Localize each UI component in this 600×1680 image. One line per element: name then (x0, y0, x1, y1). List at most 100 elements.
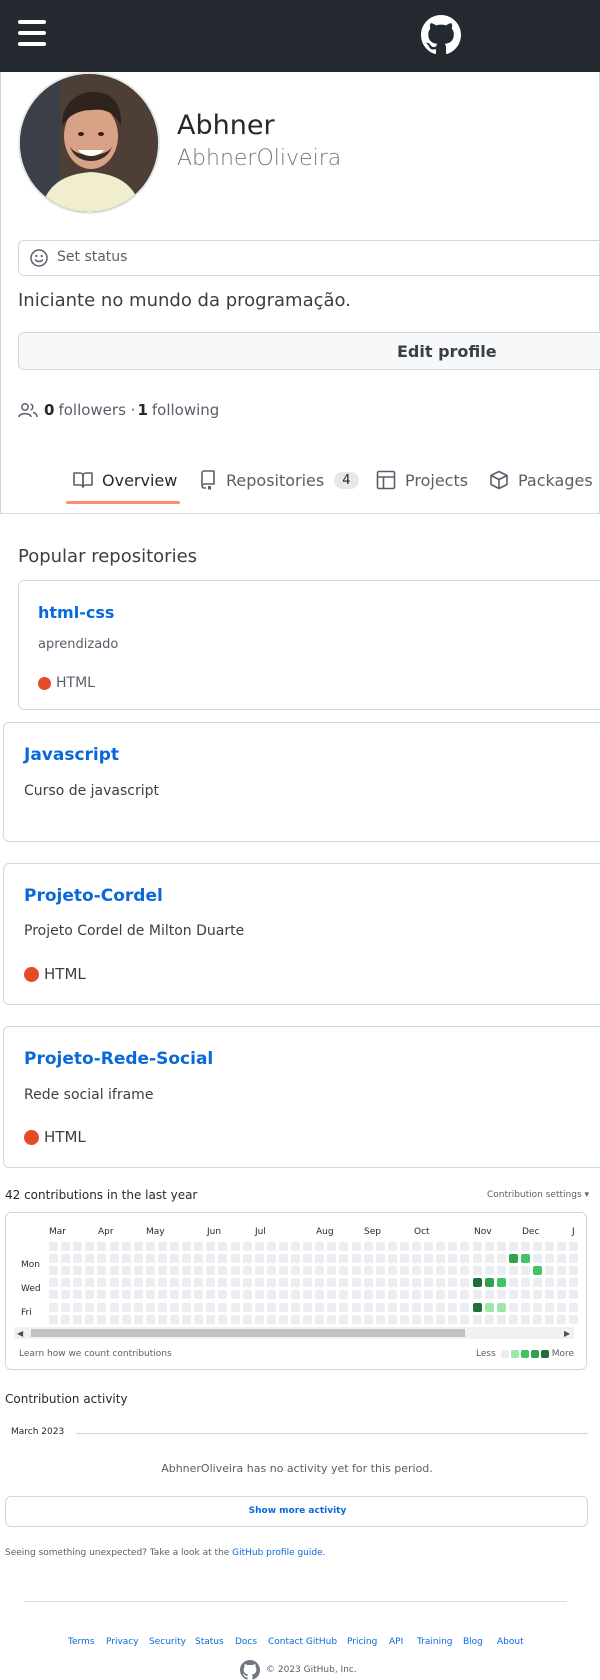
contribution-day[interactable] (97, 1290, 107, 1300)
contribution-day[interactable] (412, 1290, 421, 1300)
contribution-day[interactable] (363, 1278, 373, 1288)
contribution-day[interactable] (545, 1314, 555, 1324)
contribution-day[interactable] (533, 1266, 542, 1276)
contribution-day[interactable] (533, 1314, 542, 1324)
tab-overview[interactable]: Overview (73, 466, 177, 494)
contribution-day[interactable] (157, 1254, 167, 1264)
contribution-day[interactable] (315, 1266, 325, 1276)
contribution-day[interactable] (291, 1314, 300, 1324)
tab-repositories[interactable]: Repositories 4 (199, 466, 359, 494)
contribution-day[interactable] (412, 1266, 421, 1276)
contribution-day[interactable] (133, 1290, 143, 1300)
contribution-day[interactable] (266, 1242, 276, 1251)
contribution-day[interactable] (508, 1242, 518, 1251)
contribution-day[interactable] (170, 1242, 179, 1251)
contribution-day[interactable] (520, 1266, 530, 1276)
contribution-day[interactable] (109, 1314, 119, 1324)
contribution-day[interactable] (339, 1302, 349, 1312)
contribution-day[interactable] (85, 1278, 95, 1288)
contribution-day[interactable] (460, 1242, 470, 1251)
contribution-day[interactable] (206, 1290, 216, 1300)
contribution-day[interactable] (363, 1254, 373, 1264)
contribution-day[interactable] (399, 1314, 409, 1324)
show-more-activity-button[interactable]: Show more activity (5, 1496, 588, 1527)
contribution-day[interactable] (484, 1290, 494, 1300)
contribution-day[interactable] (278, 1254, 288, 1264)
contribution-day[interactable] (569, 1266, 579, 1276)
github-mark-icon[interactable] (240, 1660, 260, 1680)
contribution-day[interactable] (145, 1278, 155, 1288)
contribution-day[interactable] (484, 1266, 494, 1276)
edit-profile-button[interactable]: Edit profile (18, 332, 600, 370)
contribution-day[interactable] (157, 1314, 167, 1324)
contribution-day[interactable] (278, 1266, 288, 1276)
contribution-day[interactable] (315, 1290, 325, 1300)
contribution-day[interactable] (436, 1314, 446, 1324)
contribution-day[interactable] (266, 1266, 276, 1276)
contribution-day[interactable] (460, 1290, 470, 1300)
contribution-day[interactable] (351, 1314, 361, 1324)
contribution-day[interactable] (73, 1266, 83, 1276)
contribution-day[interactable] (412, 1302, 421, 1312)
contribution-day[interactable] (448, 1314, 458, 1324)
set-status-button[interactable]: Set status (18, 240, 600, 276)
contribution-day[interactable] (339, 1278, 349, 1288)
contribution-day[interactable] (484, 1242, 494, 1251)
contribution-day[interactable] (73, 1278, 83, 1288)
contribution-day[interactable] (170, 1314, 179, 1324)
contribution-day[interactable] (218, 1266, 228, 1276)
contribution-day[interactable] (448, 1278, 458, 1288)
contribution-day[interactable] (230, 1254, 240, 1264)
contribution-day[interactable] (121, 1290, 131, 1300)
contribution-day[interactable] (194, 1302, 204, 1312)
contribution-day[interactable] (472, 1314, 482, 1324)
contribution-day[interactable] (496, 1266, 506, 1276)
contribution-day[interactable] (508, 1314, 518, 1324)
contribution-day[interactable] (375, 1266, 385, 1276)
contribution-day[interactable] (230, 1314, 240, 1324)
contribution-day[interactable] (448, 1290, 458, 1300)
contribution-day[interactable] (266, 1254, 276, 1264)
contribution-day[interactable] (557, 1278, 567, 1288)
contribution-day[interactable] (49, 1314, 58, 1324)
contribution-day[interactable] (133, 1254, 143, 1264)
contribution-day[interactable] (545, 1266, 555, 1276)
contribution-day[interactable] (375, 1254, 385, 1264)
contribution-day[interactable] (291, 1290, 300, 1300)
contribution-day[interactable] (472, 1254, 482, 1264)
contribution-day[interactable] (291, 1242, 300, 1251)
contribution-day[interactable] (327, 1278, 337, 1288)
contribution-day[interactable] (49, 1302, 58, 1312)
contribution-day[interactable] (375, 1314, 385, 1324)
contribution-day[interactable] (315, 1278, 325, 1288)
contribution-day[interactable] (206, 1254, 216, 1264)
contribution-day[interactable] (254, 1314, 264, 1324)
contribution-day[interactable] (472, 1302, 482, 1312)
repo-link[interactable]: Javascript (24, 745, 119, 765)
following-link[interactable]: following (152, 401, 219, 419)
contribution-day[interactable] (460, 1278, 470, 1288)
contribution-day[interactable] (496, 1314, 506, 1324)
contribution-day[interactable] (545, 1254, 555, 1264)
contribution-day[interactable] (242, 1290, 252, 1300)
contribution-day[interactable] (109, 1266, 119, 1276)
contribution-day[interactable] (520, 1314, 530, 1324)
contribution-day[interactable] (97, 1314, 107, 1324)
contribution-day[interactable] (569, 1278, 579, 1288)
contribution-settings-dropdown[interactable]: Contribution settings ▾ (487, 1190, 589, 1200)
contribution-day[interactable] (230, 1278, 240, 1288)
contribution-day[interactable] (508, 1254, 518, 1264)
contribution-day[interactable] (387, 1290, 397, 1300)
contribution-day[interactable] (496, 1242, 506, 1251)
contribution-day[interactable] (133, 1266, 143, 1276)
contribution-day[interactable] (85, 1302, 95, 1312)
contribution-day[interactable] (133, 1314, 143, 1324)
contribution-day[interactable] (424, 1314, 434, 1324)
footer-link-api[interactable]: API (389, 1637, 403, 1647)
contribution-day[interactable] (424, 1290, 434, 1300)
contribution-day[interactable] (218, 1278, 228, 1288)
contribution-day[interactable] (206, 1302, 216, 1312)
contribution-day[interactable] (230, 1302, 240, 1312)
contribution-day[interactable] (242, 1314, 252, 1324)
contribution-day[interactable] (557, 1254, 567, 1264)
